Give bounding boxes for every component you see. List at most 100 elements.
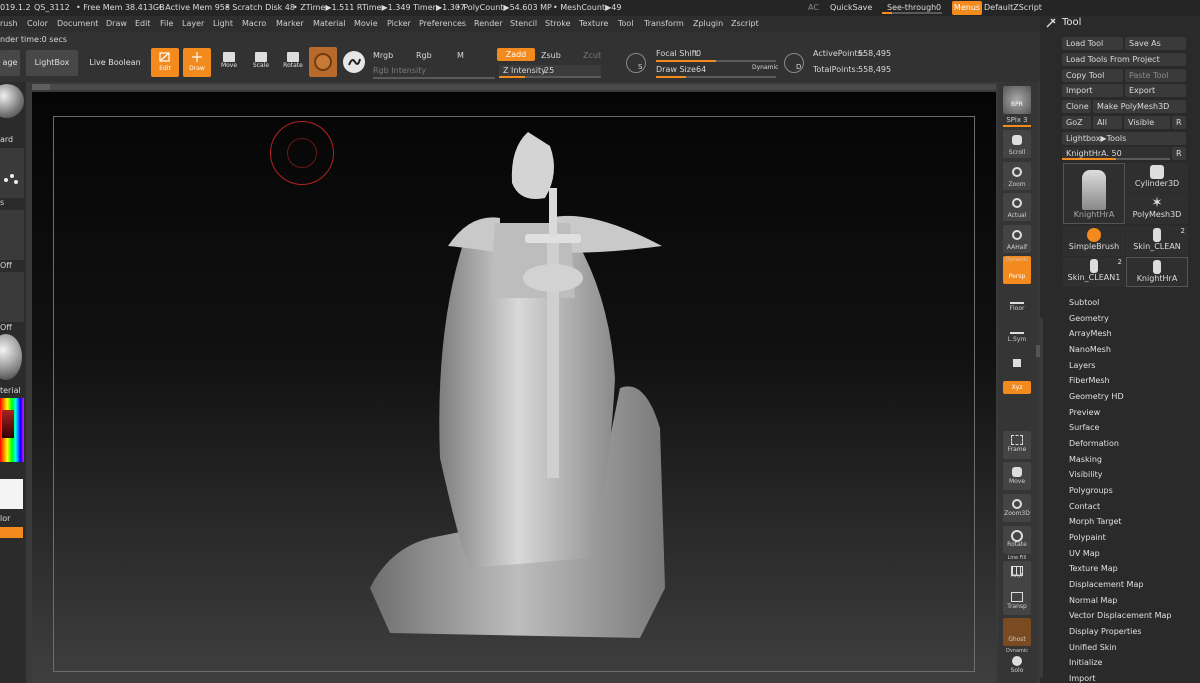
current-tool-slider[interactable]: KnightHrA. 50: [1062, 147, 1170, 160]
menu-stencil[interactable]: Stencil: [510, 19, 537, 28]
draw-size-label[interactable]: Draw Size: [656, 65, 696, 74]
subpalette-geometry-hd[interactable]: Geometry HD: [1069, 392, 1124, 401]
solo-button[interactable]: [1003, 652, 1031, 680]
tool-palette-pin-icon[interactable]: [1046, 18, 1056, 28]
menu-document[interactable]: Document: [57, 19, 98, 28]
rgb-button[interactable]: Rgb: [416, 51, 432, 60]
texture-preview[interactable]: [0, 272, 24, 322]
goz-all-button[interactable]: All: [1093, 116, 1122, 129]
see-through-slider[interactable]: [882, 12, 942, 14]
alpha-preview[interactable]: [0, 210, 24, 260]
main-color-swatch[interactable]: [0, 479, 23, 509]
stroke-preview[interactable]: [0, 148, 24, 198]
menu-color[interactable]: Color: [27, 19, 48, 28]
zoom3d-button[interactable]: [1003, 494, 1031, 522]
move-button[interactable]: Move: [215, 48, 243, 77]
subpalette-geometry[interactable]: Geometry: [1069, 314, 1109, 323]
frame-button[interactable]: [1003, 431, 1031, 459]
menu-stroke[interactable]: Stroke: [545, 19, 571, 28]
copy-tool-button[interactable]: Copy Tool: [1062, 69, 1123, 82]
tool-palette-title[interactable]: Tool: [1062, 17, 1081, 28]
lightbox-button[interactable]: LightBox: [26, 50, 78, 76]
subpalette-fibermesh[interactable]: FiberMesh: [1069, 376, 1110, 385]
xyz-button[interactable]: Xyz: [1003, 381, 1031, 394]
menu-layer[interactable]: Layer: [182, 19, 204, 28]
ac-button[interactable]: AC: [808, 3, 819, 12]
subpalette-layers[interactable]: Layers: [1069, 361, 1095, 370]
current-tool-r-button[interactable]: R: [1172, 147, 1186, 160]
menus-button[interactable]: Menus: [952, 1, 982, 15]
spix-label[interactable]: SPix 3: [998, 116, 1036, 124]
live-boolean-button[interactable]: Live Boolean: [86, 50, 144, 76]
subpalette-uv-map[interactable]: UV Map: [1069, 549, 1100, 558]
rotate-button[interactable]: Rotate: [279, 48, 307, 77]
brush-selector[interactable]: [309, 47, 337, 77]
image-button[interactable]: age: [0, 50, 20, 76]
tool-thumb-knighthra-2[interactable]: KnightHrA: [1126, 257, 1188, 287]
tool-thumb-knighthra[interactable]: KnightHrA: [1063, 163, 1125, 224]
subpalette-deformation[interactable]: Deformation: [1069, 439, 1119, 448]
m-button[interactable]: M: [457, 51, 464, 60]
load-tool-button[interactable]: Load Tool: [1062, 37, 1123, 50]
subpalette-visibility[interactable]: Visibility: [1069, 470, 1103, 479]
focal-shift-label[interactable]: Focal Shift: [656, 49, 697, 58]
subpalette-subtool[interactable]: Subtool: [1069, 298, 1099, 307]
brush-preview-sphere[interactable]: [0, 84, 24, 118]
subpalette-polypaint[interactable]: Polypaint: [1069, 533, 1106, 542]
transp-button[interactable]: [1003, 587, 1031, 615]
goz-r-button[interactable]: R: [1172, 116, 1186, 129]
subpalette-polygroups[interactable]: Polygroups: [1069, 486, 1113, 495]
rgb-intensity-track[interactable]: [373, 77, 495, 79]
menu-file[interactable]: File: [160, 19, 173, 28]
menu-render[interactable]: Render: [474, 19, 502, 28]
subpalette-arraymesh[interactable]: ArrayMesh: [1069, 329, 1112, 338]
clone-button[interactable]: Clone: [1062, 100, 1091, 113]
tray-scrollbar[interactable]: [1040, 318, 1043, 678]
tool-thumb-cylinder3d[interactable]: Cylinder3D: [1126, 163, 1188, 193]
menu-edit[interactable]: Edit: [135, 19, 151, 28]
goz-button[interactable]: GoZ: [1062, 116, 1091, 129]
document-scrollbar[interactable]: [32, 84, 996, 90]
menu-movie[interactable]: Movie: [354, 19, 378, 28]
tool-thumb-polymesh3d[interactable]: ✶ PolyMesh3D: [1126, 194, 1188, 224]
zsub-button[interactable]: Zsub: [541, 51, 561, 60]
menu-picker[interactable]: Picker: [387, 19, 411, 28]
draw-button[interactable]: Draw: [183, 48, 211, 77]
lazy-mouse-s-icon[interactable]: S: [626, 53, 646, 73]
lock-button[interactable]: [1003, 354, 1031, 372]
scale-button[interactable]: Scale: [247, 48, 275, 77]
subpalette-import[interactable]: Import: [1069, 674, 1096, 683]
menu-texture[interactable]: Texture: [579, 19, 608, 28]
mrgb-button[interactable]: Mrgb: [373, 51, 393, 60]
tool-thumb-skin-clean1[interactable]: 2 Skin_CLEAN1: [1063, 257, 1125, 287]
menu-brush[interactable]: rush: [0, 19, 18, 28]
menu-transform[interactable]: Transform: [644, 19, 684, 28]
knight-statue-model[interactable]: [360, 128, 680, 643]
menu-marker[interactable]: Marker: [276, 19, 304, 28]
dynamic-button[interactable]: Dynamic: [752, 64, 778, 71]
zcut-button[interactable]: Zcut: [583, 51, 601, 60]
switch-color-button[interactable]: [0, 527, 23, 538]
tool-thumb-simplebrush[interactable]: SimpleBrush: [1063, 226, 1125, 256]
menu-zscript[interactable]: Zscript: [731, 19, 759, 28]
menu-material[interactable]: Material: [313, 19, 346, 28]
dynamesh-d-icon[interactable]: D: [784, 53, 804, 73]
rgb-intensity-slider[interactable]: Rgb Intensity: [373, 66, 426, 75]
edit-button[interactable]: Edit: [151, 48, 179, 77]
bpr-button[interactable]: [1003, 86, 1031, 114]
lightbox-tools-button[interactable]: Lightbox▶Tools: [1062, 132, 1186, 145]
move-view-button[interactable]: [1003, 462, 1031, 490]
z-intensity-slider[interactable]: Z Intensity 25: [499, 65, 601, 78]
subpalette-initialize[interactable]: Initialize: [1069, 658, 1102, 667]
import-button[interactable]: Import: [1062, 84, 1123, 97]
subpalette-nanomesh[interactable]: NanoMesh: [1069, 345, 1111, 354]
menu-preferences[interactable]: Preferences: [419, 19, 466, 28]
subpalette-normal-map[interactable]: Normal Map: [1069, 596, 1117, 605]
menu-macro[interactable]: Macro: [242, 19, 266, 28]
export-button[interactable]: Export: [1125, 84, 1186, 97]
see-through-label[interactable]: See-through: [887, 3, 936, 12]
subpalette-displacement-map[interactable]: Displacement Map: [1069, 580, 1143, 589]
color-picker[interactable]: [0, 398, 24, 462]
menu-zplugin[interactable]: Zplugin: [693, 19, 723, 28]
menu-tool[interactable]: Tool: [618, 19, 634, 28]
